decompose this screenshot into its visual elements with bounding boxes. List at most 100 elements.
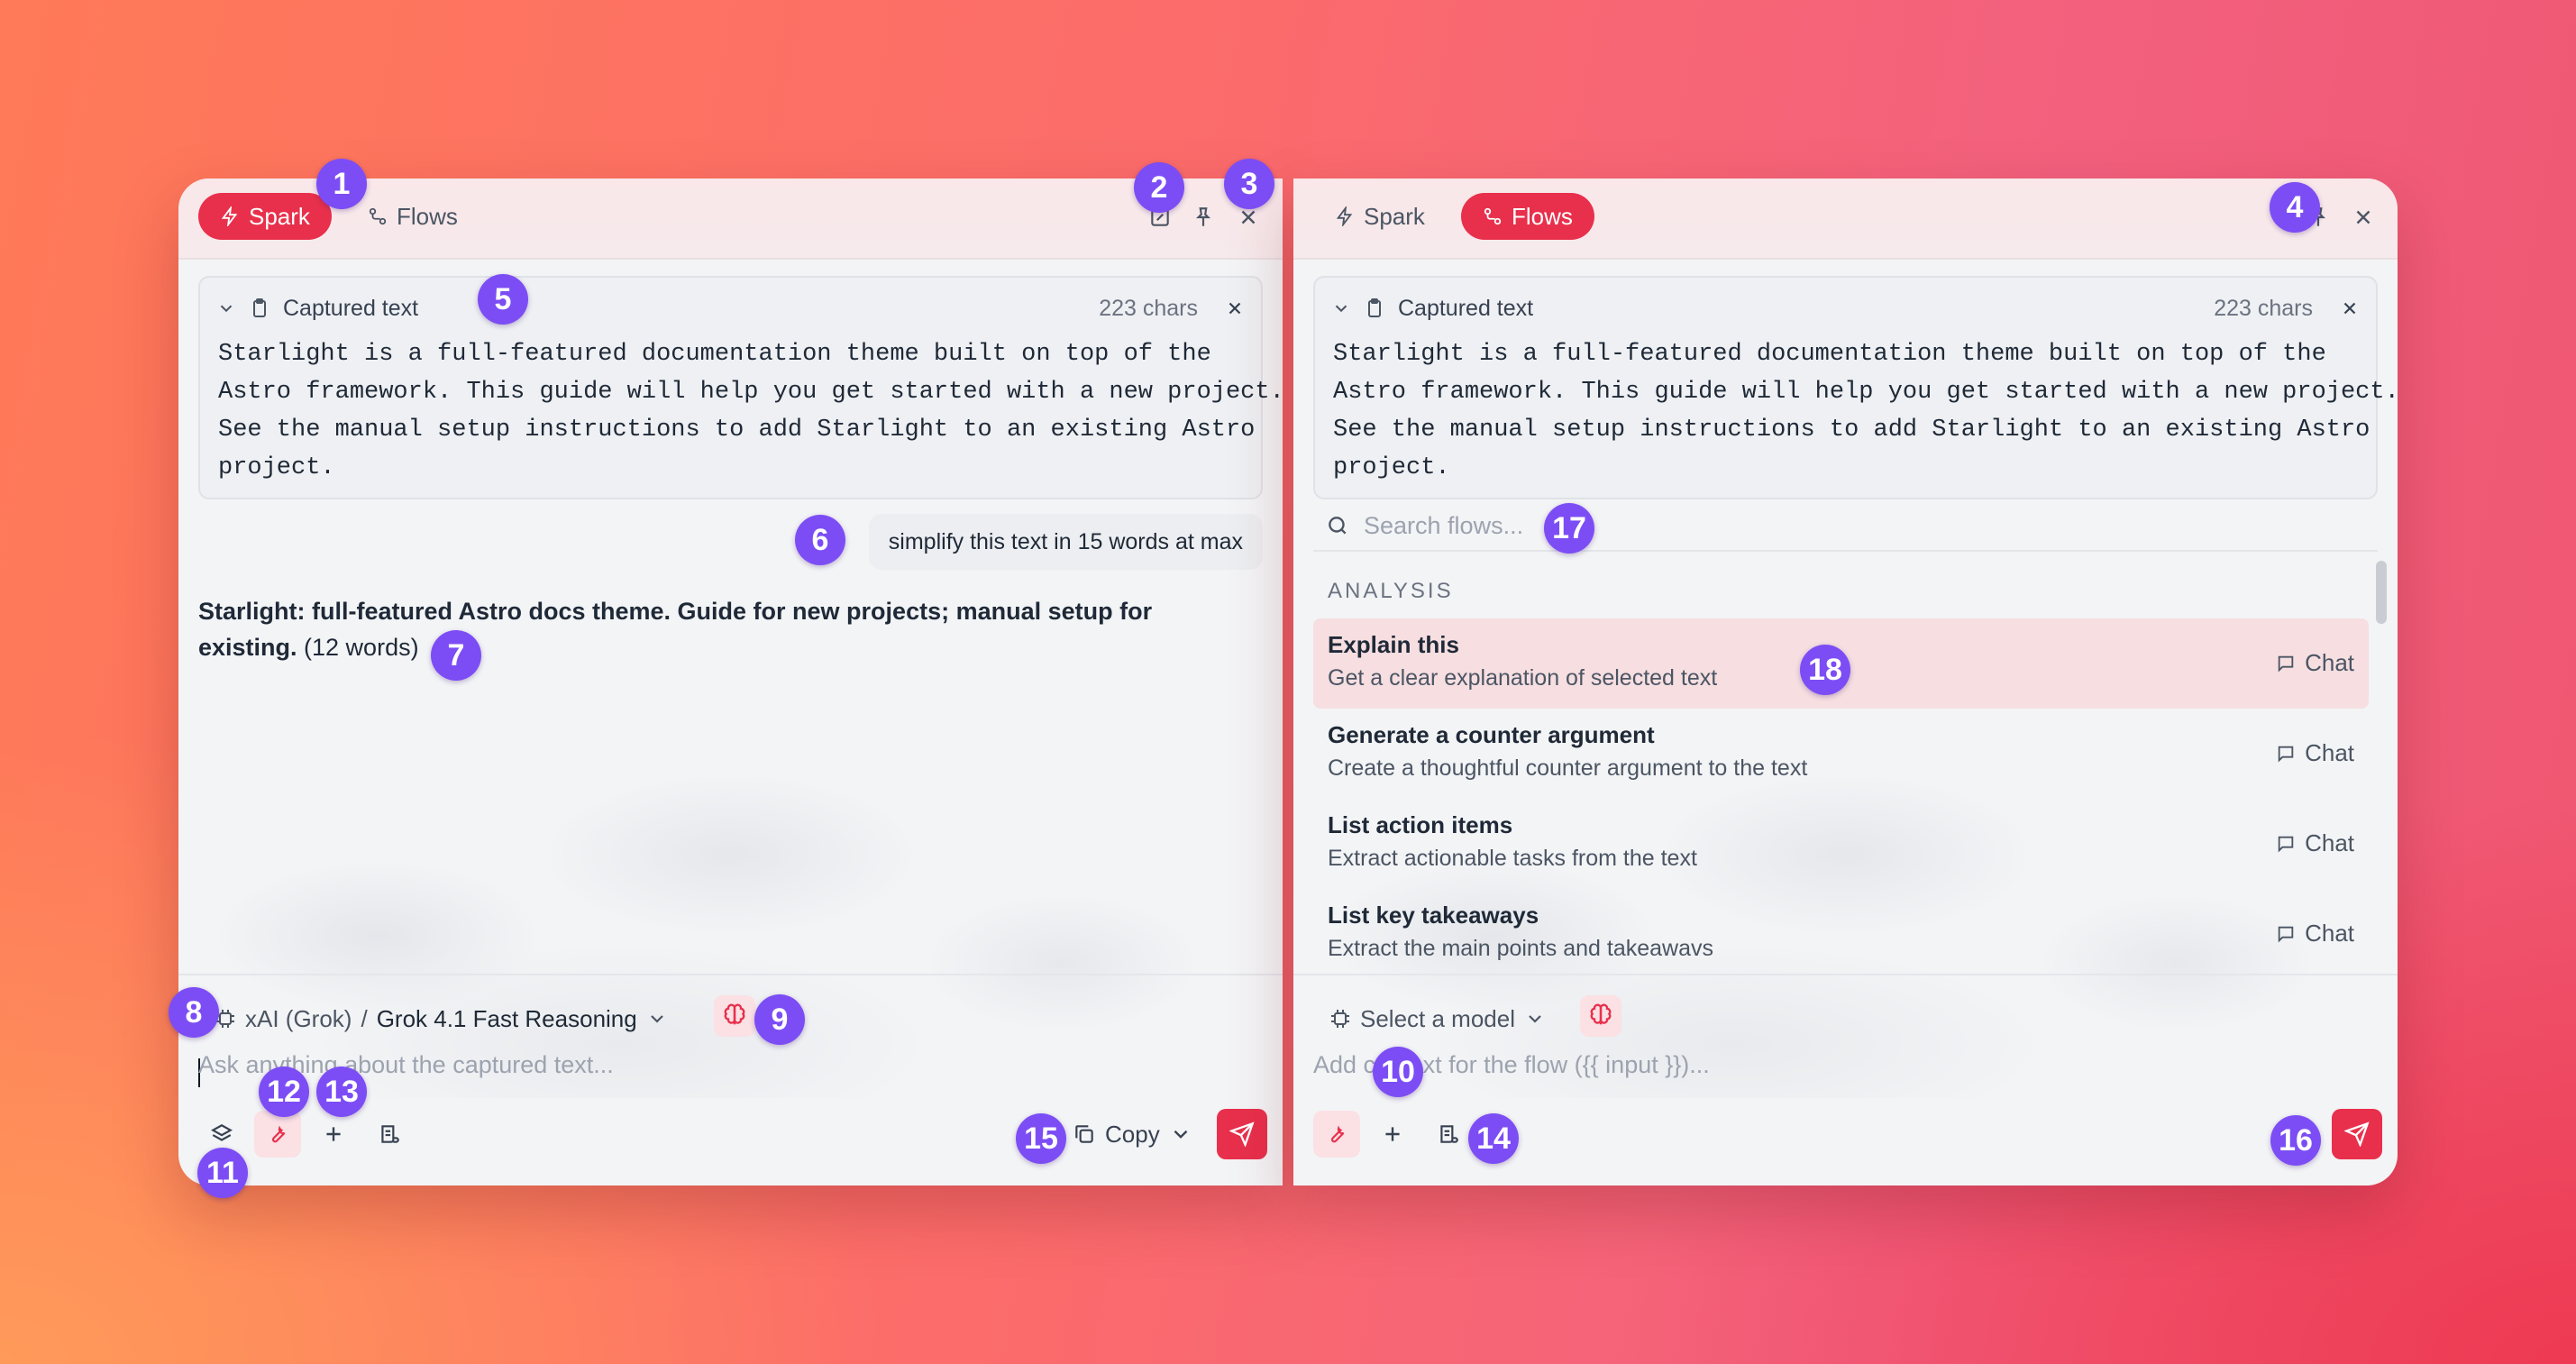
tab-spark[interactable]: Spark bbox=[198, 193, 332, 240]
flow-item[interactable]: List action items Extract actionable tas… bbox=[1313, 799, 2369, 889]
tab-flows[interactable]: Flows bbox=[346, 193, 480, 240]
callout-badge: 10 bbox=[1373, 1047, 1423, 1097]
chip-icon bbox=[1331, 1010, 1349, 1028]
plus-icon bbox=[1385, 1127, 1400, 1141]
plus-icon bbox=[326, 1127, 341, 1141]
prompt-input[interactable]: Ask anything about the captured text... bbox=[198, 1051, 614, 1079]
flow-chat-action[interactable]: Chat bbox=[2276, 920, 2354, 947]
bolt-icon bbox=[1336, 206, 1353, 226]
send-button[interactable] bbox=[1217, 1109, 1267, 1159]
model-placeholder: Select a model bbox=[1360, 1004, 1515, 1032]
wrench-icon bbox=[1330, 1125, 1345, 1143]
flow-chat-action[interactable]: Chat bbox=[2276, 649, 2354, 677]
brain-icon bbox=[724, 1003, 745, 1025]
model-selector[interactable]: Select a model bbox=[1329, 999, 1546, 1039]
tab-flows[interactable]: Flows bbox=[1461, 193, 1594, 240]
captured-text-header[interactable]: Captured text 223 chars bbox=[1331, 290, 2360, 326]
flow-search[interactable]: Search flows... bbox=[1313, 501, 2378, 552]
flow-item[interactable]: Generate a counter argument Create a tho… bbox=[1313, 709, 2369, 799]
captured-text-body: Starlight is a full-featured documentati… bbox=[1333, 341, 2398, 481]
chevron-down-icon bbox=[1174, 1130, 1188, 1139]
tools-button[interactable] bbox=[1313, 1111, 1360, 1158]
spark-window: Spark Flows Captured text 223 chars Star… bbox=[178, 179, 1283, 1185]
callout-badge: 12 bbox=[259, 1066, 309, 1117]
model-selector[interactable]: xAI (Grok) / Grok 4.1 Fast Reasoning bbox=[215, 999, 668, 1039]
flow-title: List action items bbox=[1328, 811, 1513, 838]
flow-chat-label: Chat bbox=[2305, 920, 2354, 947]
section-label: ANALYSIS bbox=[1328, 579, 1454, 603]
copy-button[interactable]: Copy bbox=[1073, 1111, 1192, 1158]
callout-badge: 2 bbox=[1134, 162, 1184, 213]
copy-icon bbox=[1075, 1125, 1093, 1143]
chevron-down-icon[interactable] bbox=[216, 298, 236, 318]
tab-spark[interactable]: Spark bbox=[1313, 193, 1447, 240]
flow-chat-label: Chat bbox=[2305, 649, 2354, 676]
tab-flows-label: Flows bbox=[1512, 202, 1573, 230]
layers-icon bbox=[211, 1124, 233, 1141]
callout-badge: 18 bbox=[1800, 645, 1850, 695]
reasoning-toggle[interactable] bbox=[1580, 995, 1621, 1037]
pin-icon[interactable] bbox=[1188, 202, 1219, 233]
add-button[interactable] bbox=[310, 1111, 357, 1158]
scrollbar[interactable] bbox=[2376, 561, 2387, 624]
send-icon bbox=[2344, 1121, 2370, 1147]
captured-text-title: Captured text bbox=[1398, 295, 1534, 321]
search-icon bbox=[1329, 517, 1347, 535]
add-button[interactable] bbox=[1369, 1111, 1416, 1158]
tab-spark-label: Spark bbox=[249, 202, 310, 230]
model-separator: / bbox=[361, 1004, 368, 1032]
callout-badge: 9 bbox=[754, 994, 805, 1045]
captured-text-title: Captured text bbox=[283, 295, 419, 321]
flow-description: Get a clear explanation of selected text bbox=[1328, 665, 1718, 691]
tools-button[interactable] bbox=[254, 1111, 301, 1158]
reasoning-toggle[interactable] bbox=[714, 995, 755, 1037]
chevron-down-icon[interactable] bbox=[1331, 298, 1351, 318]
captured-text-panel: Captured text 223 chars Starlight is a f… bbox=[1313, 276, 2398, 499]
search-input[interactable]: Search flows... bbox=[1364, 512, 1523, 540]
close-icon[interactable] bbox=[1225, 298, 1245, 318]
chat-icon bbox=[2278, 836, 2294, 853]
flow-item[interactable]: List key takeaways Extract the main poin… bbox=[1313, 889, 2369, 972]
send-icon bbox=[1229, 1121, 1255, 1147]
callout-badge: 15 bbox=[1016, 1113, 1066, 1164]
captured-text-header[interactable]: Captured text 223 chars bbox=[216, 290, 1245, 326]
user-message: simplify this text in 15 words at max bbox=[868, 514, 1263, 570]
close-icon[interactable] bbox=[2348, 202, 2379, 233]
callout-badge: 13 bbox=[316, 1066, 367, 1117]
chevron-down-icon bbox=[650, 1015, 663, 1023]
callout-badge: 3 bbox=[1224, 159, 1274, 209]
callout-badge: 5 bbox=[478, 274, 528, 325]
flow-icon bbox=[1484, 207, 1502, 225]
bolt-icon bbox=[221, 206, 238, 226]
tab-spark-label: Spark bbox=[1364, 202, 1425, 230]
flow-chat-label: Chat bbox=[2305, 739, 2354, 766]
callout-badge: 11 bbox=[197, 1148, 248, 1198]
flow-chat-action[interactable]: Chat bbox=[2276, 829, 2354, 857]
flow-icon bbox=[369, 207, 387, 225]
char-count: 223 chars bbox=[1099, 295, 1198, 321]
flow-description: Extract the main points and takeawavs bbox=[1328, 936, 1714, 961]
model-provider: xAI (Grok) bbox=[245, 1004, 352, 1032]
callout-badge: 17 bbox=[1544, 503, 1594, 554]
flow-description: Extract actionable tasks from the text bbox=[1328, 846, 1697, 871]
callout-badge: 14 bbox=[1468, 1113, 1519, 1164]
captured-text-body: Starlight is a full-featured documentati… bbox=[218, 341, 1283, 481]
flow-description: Create a thoughtful counter argument to … bbox=[1328, 755, 1808, 781]
clipboard-icon bbox=[1368, 298, 1381, 317]
wrench-icon bbox=[271, 1125, 286, 1143]
close-icon[interactable] bbox=[2340, 298, 2360, 318]
clipboard-icon bbox=[253, 298, 266, 317]
callout-badge: 16 bbox=[2270, 1115, 2321, 1166]
callout-badge: 4 bbox=[2270, 182, 2320, 233]
script-button[interactable] bbox=[366, 1111, 413, 1158]
flow-chat-action[interactable]: Chat bbox=[2276, 739, 2354, 767]
flow-title: Explain this bbox=[1328, 631, 1459, 658]
send-button[interactable] bbox=[2332, 1109, 2382, 1159]
tab-flows-label: Flows bbox=[397, 202, 458, 230]
callout-badge: 1 bbox=[316, 159, 367, 209]
callout-badge: 6 bbox=[795, 515, 845, 565]
flow-title: List key takeaways bbox=[1328, 902, 1539, 929]
copy-label: Copy bbox=[1105, 1120, 1160, 1148]
scroll-icon bbox=[1440, 1125, 1458, 1143]
script-button[interactable] bbox=[1425, 1111, 1472, 1158]
